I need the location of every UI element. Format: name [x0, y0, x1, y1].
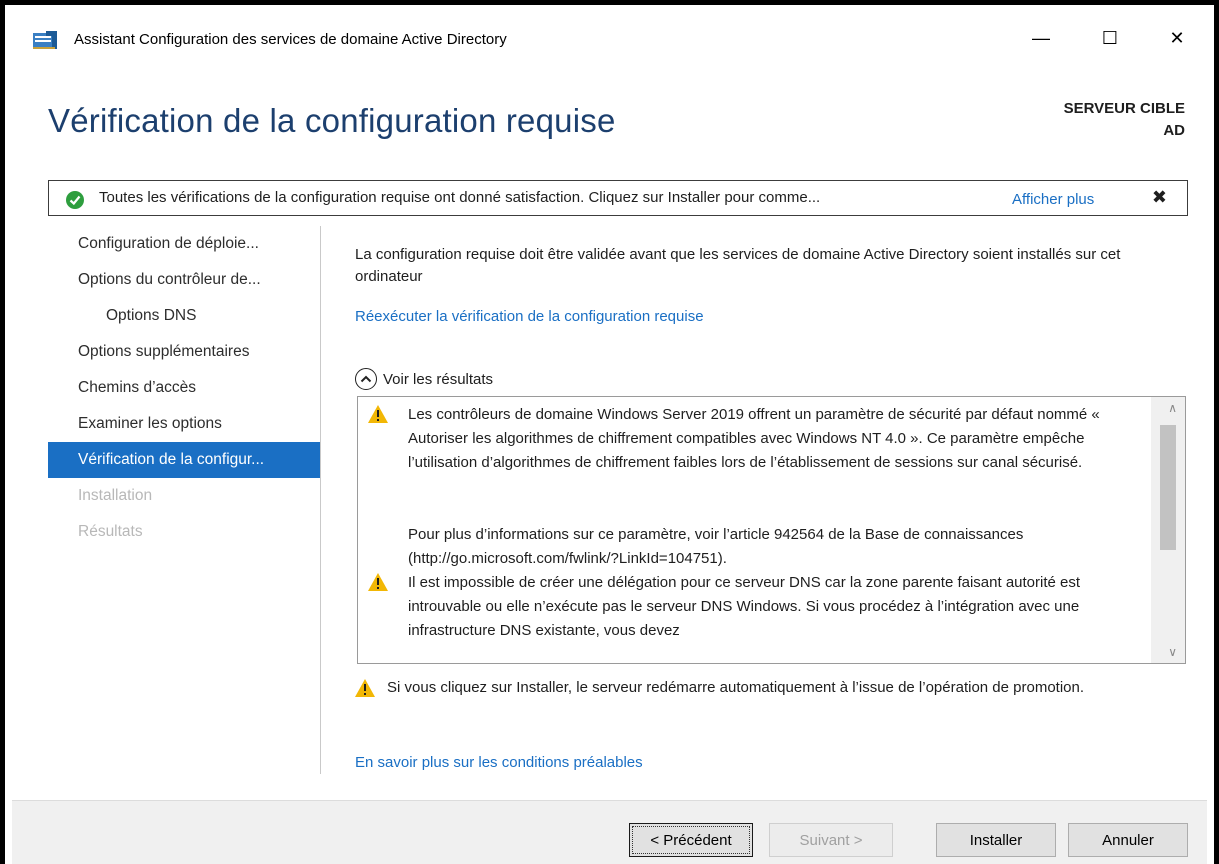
view-results-toggle[interactable]: Voir les résultats: [355, 368, 493, 390]
chevron-up-icon[interactable]: [355, 368, 377, 390]
cancel-button[interactable]: Annuler: [1068, 823, 1188, 857]
target-server-caption: SERVEUR CIBLE: [1063, 100, 1185, 117]
minimize-button[interactable]: —: [1018, 22, 1064, 54]
results-list[interactable]: Les contrôleurs de domaine Windows Serve…: [357, 396, 1186, 664]
title-bar: Assistant Configuration des services de …: [12, 8, 1207, 68]
window-title: Assistant Configuration des services de …: [74, 31, 507, 48]
show-more-link[interactable]: Afficher plus: [1012, 191, 1094, 208]
result-text: Il est impossible de créer une délégatio…: [408, 574, 1081, 639]
previous-button[interactable]: < Précédent: [629, 823, 753, 857]
warning-icon: [368, 405, 388, 423]
intro-text: La configuration requise doit être valid…: [355, 246, 1121, 285]
banner-close-icon[interactable]: ✖: [1152, 187, 1167, 208]
server-manager-icon: [33, 31, 57, 49]
result-text-more: Pour plus d’informations sur ce paramètr…: [408, 526, 1024, 567]
step-results: Résultats: [78, 523, 143, 540]
success-check-icon: [66, 191, 84, 209]
result-text: Les contrôleurs de domaine Windows Serve…: [408, 406, 1100, 471]
wizard-footer: < Précédent Suivant > Installer Annuler: [12, 800, 1207, 864]
banner-message: Toutes les vérifications de la configura…: [99, 189, 821, 206]
target-server-name: AD: [1163, 122, 1185, 139]
step-review-options[interactable]: Examiner les options: [48, 406, 320, 442]
scroll-down-icon[interactable]: ∨: [1168, 645, 1177, 659]
step-dns-options[interactable]: Options DNS: [48, 298, 320, 334]
results-scrollbar[interactable]: ∧ ∨: [1151, 397, 1185, 663]
next-button: Suivant >: [769, 823, 893, 857]
install-button[interactable]: Installer: [936, 823, 1056, 857]
rerun-prerequisites-link[interactable]: Réexécuter la vérification de la configu…: [355, 308, 704, 325]
warning-icon: [355, 679, 375, 697]
scroll-up-icon[interactable]: ∧: [1168, 401, 1177, 415]
step-prerequisites-check[interactable]: Vérification de la configur...: [48, 442, 320, 478]
step-additional-options[interactable]: Options supplémentaires: [48, 334, 320, 370]
warning-icon: [368, 573, 388, 591]
restart-warning-text: Si vous cliquez sur Installer, le serveu…: [387, 679, 1085, 696]
maximize-button[interactable]: ☐: [1087, 22, 1133, 54]
view-results-label: Voir les résultats: [383, 370, 494, 388]
scroll-thumb[interactable]: [1160, 425, 1176, 550]
step-domain-controller-options[interactable]: Options du contrôleur de...: [48, 262, 320, 298]
status-banner: Toutes les vérifications de la configura…: [48, 180, 1188, 216]
wizard-steps-nav: Configuration de déploie... Options du c…: [48, 226, 320, 550]
page-title: Vérification de la configuration requise: [48, 102, 616, 139]
target-server-label: SERVEUR CIBLE AD: [1064, 98, 1185, 142]
sidebar-divider: [320, 226, 321, 774]
close-window-button[interactable]: ✕: [1154, 22, 1200, 54]
learn-more-prerequisites-link[interactable]: En savoir plus sur les conditions préala…: [355, 754, 643, 771]
step-installation: Installation: [78, 487, 153, 504]
step-paths[interactable]: Chemins d’accès: [48, 370, 320, 406]
step-deployment-configuration[interactable]: Configuration de déploie...: [48, 226, 320, 262]
